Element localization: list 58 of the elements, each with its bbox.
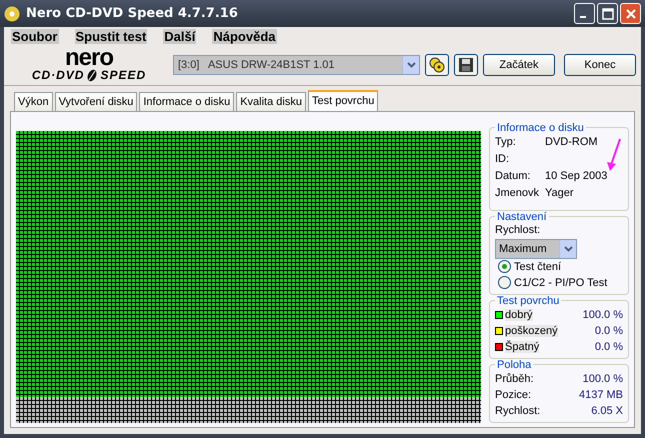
speed-dropdown[interactable]: Maximum — [495, 238, 577, 259]
field-label: Průběh: — [495, 372, 534, 385]
logo-text: CD·DVD — [32, 68, 84, 82]
disc-logo-icon — [85, 68, 100, 82]
action-button[interactable]: Konec — [564, 54, 636, 76]
floppy-icon — [458, 57, 474, 74]
menu-item[interactable]: Další — [163, 28, 196, 44]
menu-item[interactable]: Soubor — [11, 28, 58, 44]
field-label: ID: — [495, 153, 510, 166]
refresh-button[interactable] — [425, 54, 449, 76]
radio-label[interactable]: C1/C2 - PI/PO Test — [514, 276, 608, 289]
minimize-icon — [580, 16, 586, 18]
group-title: Poloha — [496, 358, 532, 371]
menu-item[interactable]: Nápověda — [212, 28, 277, 44]
stat-value: 100.0 % — [582, 372, 623, 385]
window-title: Nero CD-DVD Speed 4.7.7.16 — [26, 6, 239, 22]
legend-label: poškozený — [505, 324, 558, 337]
field-label: Pozice: — [495, 388, 532, 401]
radio-label[interactable]: Test čtení — [514, 260, 562, 273]
legend-label: dobrý — [505, 308, 533, 321]
close-button[interactable] — [620, 3, 641, 24]
field-value: 10 Sep 2003 — [545, 170, 608, 182]
logo-text: nero — [64, 48, 113, 68]
close-icon — [624, 8, 636, 20]
group-title: Test povrchu — [496, 294, 560, 307]
action-button[interactable]: Začátek — [483, 54, 555, 76]
tab[interactable]: Výkon — [14, 92, 53, 111]
logo-text: SPEED — [100, 68, 146, 82]
radio-button[interactable] — [498, 276, 511, 290]
drive-dropdown[interactable]: [3:0] ASUS DRW-24B1ST 1.01 — [173, 55, 420, 76]
tab[interactable]: Vytvoření disku — [54, 92, 138, 111]
maximize-icon — [602, 8, 614, 20]
tab[interactable]: Kvalita disku — [236, 92, 306, 111]
menu-item[interactable]: Spustit test — [74, 28, 148, 44]
field-label: Rychlost: — [495, 224, 542, 236]
field-label: Datum: — [495, 170, 532, 182]
stat-value: 100.0 % — [582, 308, 623, 321]
field-value: DVD-ROM — [545, 136, 598, 148]
field-label: Typ: — [495, 136, 517, 148]
legend-label: Špatný — [505, 340, 540, 353]
field-value: Yager — [545, 187, 574, 200]
stat-value: 6.05 X — [591, 404, 623, 417]
disc-icon — [4, 6, 20, 22]
save-button[interactable] — [454, 54, 478, 76]
tab[interactable]: Test povrchu — [308, 90, 378, 111]
radio-button[interactable] — [498, 260, 511, 274]
stat-value: 0.0 % — [594, 340, 623, 353]
stat-value: 0.0 % — [594, 324, 623, 337]
discs-icon — [428, 56, 446, 74]
field-label: Rychlost: — [495, 404, 540, 417]
group-title: Nastavení — [496, 210, 548, 223]
minimize-button[interactable] — [574, 3, 595, 24]
maximize-button[interactable] — [597, 3, 618, 24]
tab[interactable]: Informace o disku — [139, 92, 234, 111]
group-title: Informace o disku — [496, 122, 585, 134]
arrow-icon — [606, 138, 622, 172]
field-label: Jmenovk — [495, 187, 540, 200]
stat-value: 4137 MB — [578, 388, 623, 401]
